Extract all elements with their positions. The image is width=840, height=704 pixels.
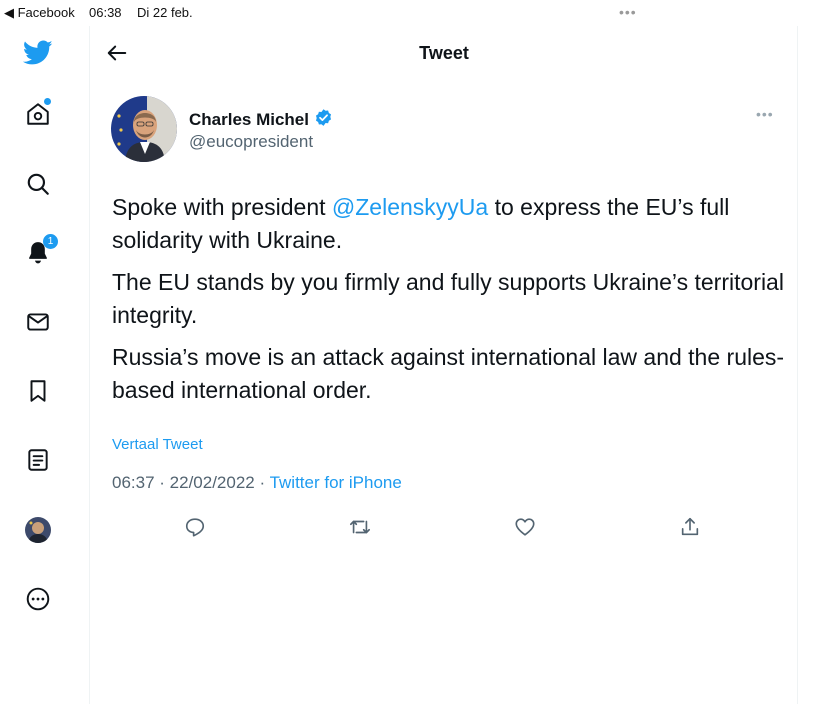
translate-tweet-link[interactable]: Vertaal Tweet — [112, 436, 203, 453]
tweet-time[interactable]: 06:37 — [112, 473, 155, 492]
tweet-source-link[interactable]: Twitter for iPhone — [270, 473, 402, 492]
mention-link[interactable]: @ZelenskyyUa — [332, 194, 488, 220]
tweet-paragraph: Spoke with president @ZelenskyyUa to exp… — [112, 191, 792, 257]
tweet-action-bar — [90, 514, 798, 540]
more-options-icon[interactable] — [19, 580, 57, 618]
reply-icon[interactable] — [182, 514, 208, 540]
home-notification-dot — [44, 98, 51, 105]
home-icon[interactable] — [19, 95, 57, 133]
status-time: 06:38 — [89, 5, 122, 20]
twitter-logo-icon[interactable] — [19, 34, 57, 72]
author-name-text: Charles Michel — [189, 110, 309, 129]
sidebar-nav: 1 — [0, 26, 90, 704]
meta-separator: · — [254, 473, 270, 492]
author-avatar[interactable] — [111, 96, 177, 162]
tweet-more-options-icon[interactable]: ••• — [756, 106, 774, 122]
tweet-detail-column: Tweet Charles Michel @eucopresident ••• — [90, 26, 798, 704]
tweet-text-segment: Spoke with president — [112, 194, 332, 220]
author-name[interactable]: Charles Michel — [189, 108, 333, 132]
notification-count-badge: 1 — [43, 234, 58, 249]
bookmark-icon[interactable] — [19, 372, 57, 410]
status-date: Di 22 feb. — [137, 5, 193, 20]
profile-avatar-icon[interactable] — [19, 511, 57, 549]
verified-badge-icon — [314, 108, 333, 132]
status-bar: ◀ Facebook 06:38 Di 22 feb. ••• — [0, 0, 840, 26]
tweet-metadata: 06:37 · 22/02/2022 · Twitter for iPhone — [112, 473, 402, 493]
search-icon[interactable] — [19, 165, 57, 203]
like-heart-icon[interactable] — [512, 514, 538, 540]
avatar — [25, 517, 51, 543]
back-to-app-link[interactable]: ◀ Facebook — [4, 5, 75, 21]
messages-envelope-icon[interactable] — [19, 303, 57, 341]
page-title: Tweet — [419, 43, 469, 63]
tweet-paragraph: The EU stands by you firmly and fully su… — [112, 269, 784, 328]
tweet-date[interactable]: 22/02/2022 — [170, 473, 255, 492]
multitask-dots[interactable]: ••• — [619, 4, 637, 20]
lists-icon[interactable] — [19, 441, 57, 479]
tweet-paragraph: Russia’s move is an attack against inter… — [112, 344, 785, 403]
retweet-icon[interactable] — [347, 514, 373, 540]
meta-separator: · — [154, 473, 170, 492]
tweet-body: Spoke with president @ZelenskyyUa to exp… — [112, 191, 792, 416]
notifications-bell-icon[interactable]: 1 — [19, 234, 58, 272]
share-icon[interactable] — [677, 514, 703, 540]
author-handle[interactable]: @eucopresident — [189, 132, 313, 152]
